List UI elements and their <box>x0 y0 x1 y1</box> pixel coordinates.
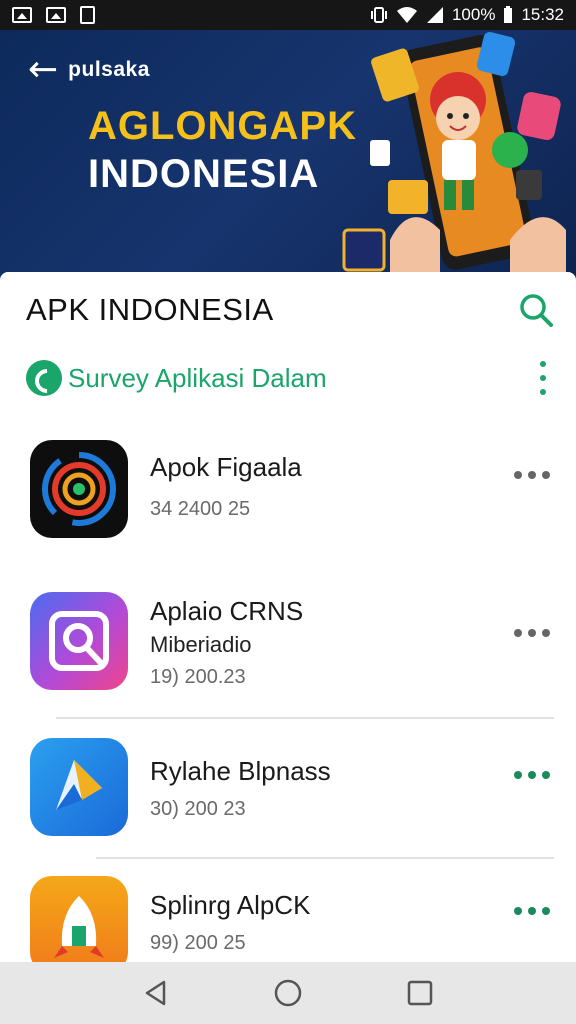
battery-percent: 100% <box>451 5 496 24</box>
app-date: 19) 200.23 <box>150 666 246 688</box>
image-notification-icon <box>12 7 32 23</box>
phone-illustration <box>342 31 566 280</box>
triangle-back-icon <box>145 980 166 1006</box>
back-nav-button[interactable] <box>136 973 176 1013</box>
more-options-icon[interactable] <box>514 628 550 638</box>
photo-search-icon <box>30 592 128 690</box>
app-name: Aplaio CRNS <box>150 596 304 626</box>
list-item[interactable]: Splinrg AlpCK 99) 200 25 <box>30 876 556 962</box>
app-subtitle: Miberiadio <box>150 632 252 657</box>
signal-icon <box>426 7 443 23</box>
navigation-bar <box>0 962 576 1024</box>
rocket-icon <box>30 876 128 962</box>
app-name: Splinrg AlpCK <box>150 890 311 920</box>
app-name: Rylahe Blpnass <box>150 756 331 786</box>
app-date: 34 2400 25 <box>150 498 251 520</box>
battery-icon <box>504 6 513 23</box>
download-notification-icon <box>80 6 95 24</box>
promo-banner: ← pulsaka AGLONGAPK INDONESIA <box>0 30 576 280</box>
chat-logo-icon <box>26 360 62 396</box>
back-button[interactable]: ← pulsaka <box>28 52 150 88</box>
arrow-left-icon: ← <box>28 49 59 90</box>
list-item[interactable]: Aplaio CRNS Miberiadio 19) 200.23 <box>30 592 556 702</box>
clock: 15:32 <box>521 5 564 24</box>
divider <box>96 857 554 859</box>
vibrate-icon <box>370 7 387 23</box>
more-options-icon[interactable] <box>514 906 550 916</box>
app-date: 99) 200 25 <box>150 932 246 954</box>
circle-home-icon <box>274 979 302 1007</box>
square-recents-icon <box>407 980 433 1006</box>
search-icon[interactable] <box>516 290 556 330</box>
wifi-icon <box>396 7 417 23</box>
divider <box>56 717 554 719</box>
brand-label: pulsaka <box>68 58 150 81</box>
subheader-label: Survey Aplikasi Dalam <box>68 362 327 393</box>
recents-nav-button[interactable] <box>400 973 440 1013</box>
list-item[interactable]: Apok Figaala 34 2400 25 <box>30 440 556 550</box>
overflow-menu-icon[interactable] <box>535 361 551 395</box>
more-options-icon[interactable] <box>514 770 550 780</box>
gallery-notification-icon <box>46 7 66 23</box>
page-title: APK INDONESIA <box>26 292 274 327</box>
content-sheet: APK INDONESIA Survey Aplikasi Dalam Apok… <box>0 272 576 962</box>
list-item[interactable]: Rylahe Blpnass 30) 200 23 <box>30 738 556 848</box>
header: APK INDONESIA <box>26 288 556 332</box>
home-nav-button[interactable] <box>268 973 308 1013</box>
subheader[interactable]: Survey Aplikasi Dalam <box>26 358 551 398</box>
paper-plane-icon <box>30 738 128 836</box>
target-icon <box>30 440 128 538</box>
status-bar: 100% 15:32 <box>0 0 576 30</box>
more-options-icon[interactable] <box>514 470 550 480</box>
app-date: 30) 200 23 <box>150 798 246 820</box>
banner-title-line1: AGLONGAPK <box>88 104 357 148</box>
banner-title-line2: INDONESIA <box>88 152 320 196</box>
app-name: Apok Figaala <box>150 452 302 482</box>
